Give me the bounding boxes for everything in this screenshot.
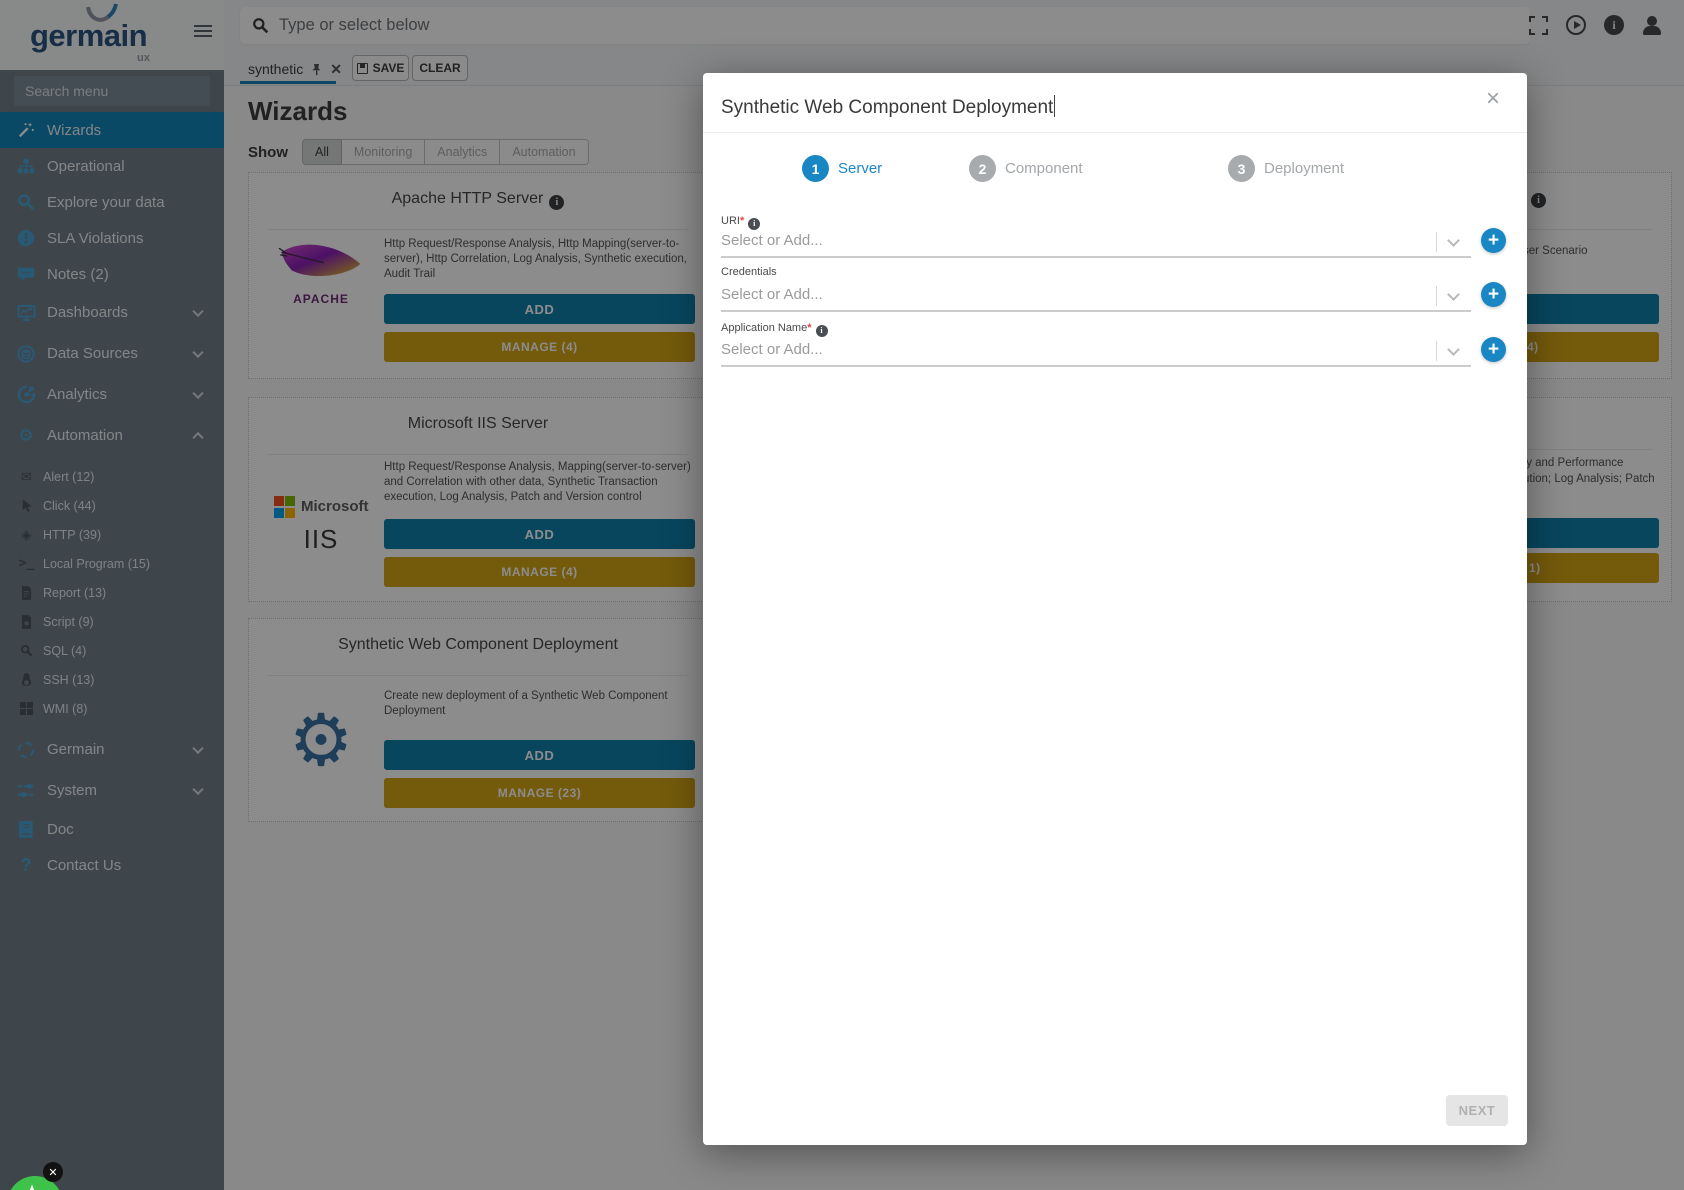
next-button[interactable]: NEXT — [1446, 1095, 1508, 1126]
credentials-input[interactable] — [721, 282, 1361, 303]
chevron-down-icon[interactable] — [1447, 234, 1460, 247]
step-server[interactable]: 1 Server — [802, 155, 882, 182]
step-label: Server — [838, 160, 882, 177]
step-label: Component — [1005, 160, 1083, 177]
step-deployment[interactable]: 3 Deployment — [1228, 155, 1344, 182]
chevron-down-icon[interactable] — [1447, 343, 1460, 356]
step-number: 2 — [969, 155, 996, 182]
step-label: Deployment — [1264, 160, 1344, 177]
uri-input[interactable] — [721, 228, 1361, 249]
pulse-icon — [20, 1184, 50, 1190]
credentials-field — [721, 282, 1471, 312]
step-number: 1 — [802, 155, 829, 182]
required-asterisk: * — [807, 322, 811, 334]
add-application-name-button[interactable]: + — [1481, 337, 1506, 362]
text-cursor — [1054, 95, 1055, 117]
feedback-close-icon[interactable]: ✕ — [43, 1162, 63, 1182]
dropdown-separator — [1436, 341, 1437, 361]
step-number: 3 — [1228, 155, 1255, 182]
divider — [703, 132, 1527, 133]
close-icon[interactable]: × — [1486, 87, 1500, 111]
info-icon[interactable]: i — [816, 325, 828, 337]
add-uri-button[interactable]: + — [1481, 228, 1506, 253]
dropdown-separator — [1436, 232, 1437, 252]
application-name-field — [721, 337, 1471, 367]
chevron-down-icon[interactable] — [1447, 288, 1460, 301]
required-asterisk: * — [740, 215, 744, 227]
application-name-label: Application Name*i — [721, 322, 828, 337]
uri-field — [721, 228, 1471, 258]
step-component[interactable]: 2 Component — [969, 155, 1083, 182]
synthetic-web-component-deployment-modal: Synthetic Web Component Deployment × 1 S… — [703, 73, 1527, 1145]
dropdown-separator — [1436, 286, 1437, 306]
add-credentials-button[interactable]: + — [1481, 282, 1506, 307]
credentials-label: Credentials — [721, 266, 777, 278]
application-name-input[interactable] — [721, 337, 1361, 358]
modal-title: Synthetic Web Component Deployment — [721, 95, 1055, 119]
